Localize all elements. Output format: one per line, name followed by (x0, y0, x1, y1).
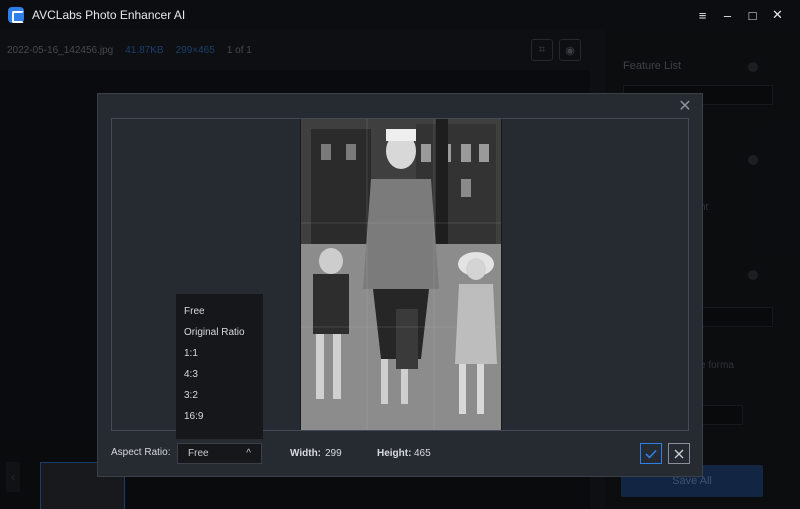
photo-illustration (301, 119, 501, 430)
x-icon (674, 449, 684, 458)
width-value: 299 (325, 448, 342, 459)
crop-dialog: ✕ Free Original Ratio 1:1 4:3 3:2 16:9 A… (97, 93, 703, 477)
aspect-ratio-select[interactable]: Free ^ (177, 443, 262, 464)
width-label: Width: (290, 448, 322, 459)
app-logo-icon (8, 7, 24, 23)
confirm-button[interactable] (640, 443, 662, 464)
close-icon[interactable]: ✕ (678, 99, 692, 115)
maximize-button[interactable]: □ (740, 0, 765, 30)
ratio-option-3-2[interactable]: 3:2 (176, 385, 263, 406)
ratio-option-original[interactable]: Original Ratio (176, 322, 263, 343)
aspect-ratio-value: Free (188, 448, 209, 459)
window-controls: ≡ – □ ✕ (690, 0, 790, 30)
close-button[interactable]: ✕ (765, 0, 790, 30)
crop-controls: Aspect Ratio: Free ^ Width: 299 Height: … (111, 443, 690, 465)
menu-icon[interactable]: ≡ (690, 0, 715, 30)
height-label: Height: (377, 448, 412, 459)
aspect-ratio-menu: Free Original Ratio 1:1 4:3 3:2 16:9 (176, 294, 263, 439)
ratio-option-16-9[interactable]: 16:9 (176, 406, 263, 427)
ratio-option-1-1[interactable]: 1:1 (176, 343, 263, 364)
title-bar: AVCLabs Photo Enhancer AI ≡ – □ ✕ (0, 0, 800, 30)
ratio-option-4-3[interactable]: 4:3 (176, 364, 263, 385)
crop-photo[interactable] (300, 119, 502, 430)
app-title: AVCLabs Photo Enhancer AI (32, 8, 186, 22)
cancel-button[interactable] (668, 443, 690, 464)
chevron-up-icon: ^ (246, 448, 251, 459)
minimize-button[interactable]: – (715, 0, 740, 30)
height-value: 465 (414, 448, 431, 459)
checkmark-icon (645, 449, 657, 459)
aspect-ratio-label: Aspect Ratio: (111, 447, 171, 458)
ratio-option-free[interactable]: Free (176, 301, 263, 322)
